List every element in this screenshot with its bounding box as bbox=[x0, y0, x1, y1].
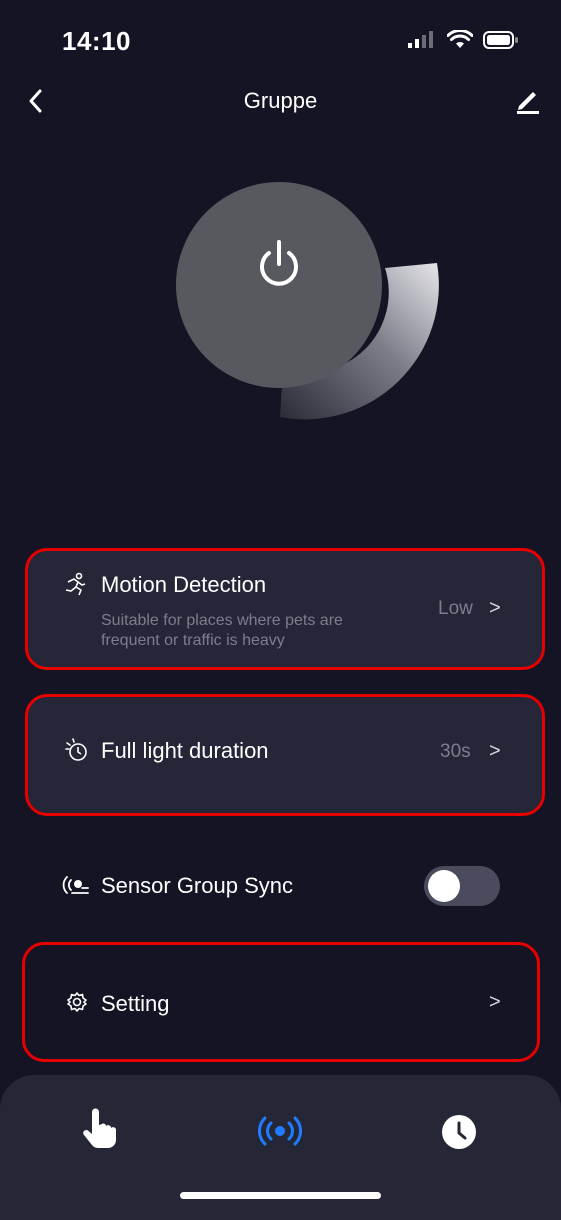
clock-icon bbox=[442, 1115, 476, 1149]
status-icons bbox=[407, 30, 519, 50]
sensor-sync-icon bbox=[62, 876, 89, 894]
home-indicator bbox=[180, 1192, 381, 1199]
tab-schedule[interactable] bbox=[441, 1114, 477, 1150]
toggle-knob bbox=[428, 870, 460, 902]
full-light-duration-title: Full light duration bbox=[101, 738, 269, 763]
hand-tap-icon bbox=[83, 1108, 116, 1148]
battery-icon bbox=[483, 31, 518, 49]
pencil-icon bbox=[517, 92, 539, 114]
motion-detection-title: Motion Detection bbox=[101, 572, 267, 597]
motion-detection-row[interactable]: Motion Detection Suitable for places whe… bbox=[26, 550, 544, 668]
full-light-duration-value: 30s bbox=[440, 741, 471, 762]
running-person-icon bbox=[65, 572, 86, 596]
gear-icon bbox=[67, 992, 87, 1012]
dial-graphic bbox=[176, 182, 439, 420]
sensor-group-sync-label: Sensor Group Sync bbox=[101, 873, 293, 898]
chevron-right-icon: > bbox=[489, 597, 501, 619]
timer-light-icon bbox=[65, 738, 87, 761]
tab-manual[interactable] bbox=[80, 1108, 120, 1152]
edit-button[interactable] bbox=[513, 84, 543, 114]
full-light-duration-row[interactable]: Full light duration 30s > bbox=[26, 695, 544, 813]
motion-detection-description-line2: frequent or traffic is heavy bbox=[101, 632, 285, 649]
power-icon bbox=[260, 240, 298, 286]
chevron-right-icon: > bbox=[489, 740, 501, 762]
tab-sensor[interactable] bbox=[258, 1115, 302, 1147]
sensor-group-sync-toggle[interactable] bbox=[424, 866, 500, 906]
signal-icon bbox=[408, 31, 433, 48]
setting-label: Setting bbox=[101, 991, 170, 1016]
setting-row[interactable]: Setting > bbox=[22, 942, 540, 1062]
motion-detection-value: Low bbox=[438, 598, 473, 619]
chevron-right-icon: > bbox=[489, 991, 501, 1013]
power-dial[interactable] bbox=[174, 180, 439, 420]
radar-signal-icon bbox=[258, 1116, 302, 1146]
page-title: Gruppe bbox=[243, 88, 318, 113]
wifi-icon bbox=[447, 30, 473, 48]
status-time: 14:10 bbox=[62, 26, 131, 56]
motion-detection-description-line1: Suitable for places where pets are bbox=[101, 612, 343, 629]
